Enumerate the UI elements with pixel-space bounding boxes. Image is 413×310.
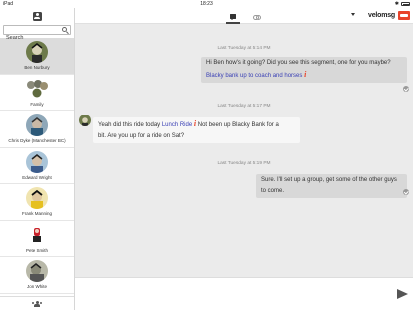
message-timestamp: Last Tuesday at 5:19 PM [217, 161, 271, 166]
message-link-row: Blacky bank up to coach and horses i [206, 69, 402, 82]
sender-avatar [79, 114, 91, 126]
contact-name: Edward Wright [22, 174, 52, 180]
info-icon[interactable]: i [304, 70, 306, 79]
conversation-header: velomsg [75, 8, 413, 24]
message-text: Yeah did this ride today [98, 122, 161, 128]
contacts-icon[interactable] [32, 11, 42, 21]
contact-item-frank-manning[interactable]: Frank Manning [0, 184, 74, 221]
message-input[interactable] [79, 282, 385, 307]
contact-item-jon-white[interactable]: Jon White [0, 257, 74, 294]
message-text: Sure. I'll set up a group, get some of t… [261, 177, 397, 194]
search-box [3, 25, 71, 42]
read-check-icon [403, 86, 409, 92]
send-icon [396, 288, 408, 299]
message-bubble-outgoing: Sure. I'll set up a group, get some of t… [256, 174, 407, 198]
status-bar: iPad 18:23 ✱ [0, 0, 413, 8]
sidebar-header [0, 8, 74, 24]
tab-rides[interactable] [250, 10, 264, 24]
avatar [26, 260, 48, 283]
contact-item-pete-smith[interactable]: Pete Smith [0, 221, 74, 257]
segment-link[interactable]: Blacky bank up to coach and horses [206, 73, 302, 79]
new-group-icon[interactable] [32, 300, 42, 307]
sidebar-footer [0, 296, 74, 310]
brand-name: velomsg [368, 11, 395, 19]
ride-link[interactable]: Lunch Ride [162, 122, 192, 128]
message-bubble-incoming: Yeah did this ride today Lunch Ride i No… [93, 117, 300, 143]
message-text: Not been up Blacky Bank for a [197, 122, 279, 128]
bike-icon [253, 14, 261, 20]
avatar [26, 150, 48, 173]
message-bubble-outgoing: Hi Ben how's it going? Did you see this … [201, 57, 407, 83]
status-right: ✱ [395, 1, 410, 7]
battery-icon [401, 2, 410, 6]
contact-item-edward-wright[interactable]: Edward Wright [0, 148, 74, 184]
avatar [26, 114, 48, 137]
message-text: Hi Ben how's it going? Did you see this … [206, 60, 391, 66]
message-timestamp: Last Tuesday at 5:14 PM [217, 46, 271, 51]
bluetooth-icon: ✱ [394, 1, 399, 7]
avatar [26, 187, 48, 210]
message-text: bit. Are you up for a ride on Sat? [98, 133, 185, 139]
info-icon[interactable]: i [194, 119, 196, 128]
chat-thread: Last Tuesday at 5:14 PM Hi Ben how's it … [75, 24, 413, 277]
contact-item-ben-nurbury[interactable]: Ben Nurbury [0, 38, 74, 75]
contact-name: Jon White [26, 284, 47, 290]
contact-name: Ben Nurbury [24, 65, 50, 71]
search-icon[interactable] [62, 27, 67, 33]
group-avatar [24, 77, 50, 100]
contacts-sidebar: Ben Nurbury Family Chris Dyke (Mancheste… [0, 8, 75, 310]
message-timestamp: Last Tuesday at 5:17 PM [217, 104, 271, 109]
app-root: iPad 18:23 ✱ Ben Nurbury Family [0, 0, 413, 310]
velomsg-logo-icon [398, 11, 410, 20]
contact-item-family[interactable]: Family [0, 75, 74, 111]
contact-item-chris-dyke[interactable]: Chris Dyke (Manchester BC) [0, 111, 74, 148]
avatar [26, 223, 48, 246]
chat-icon [230, 13, 236, 20]
contact-name: Family [30, 101, 44, 107]
chevron-down-icon[interactable] [351, 13, 355, 16]
avatar [26, 41, 48, 64]
contact-name: Chris Dyke (Manchester BC) [8, 138, 66, 144]
send-button[interactable] [395, 287, 409, 300]
conversation-tabs [75, 8, 413, 24]
tab-chat[interactable] [226, 10, 240, 24]
contact-name: Pete Smith [25, 247, 48, 253]
message-composer [75, 277, 413, 310]
read-check-icon [403, 189, 409, 195]
message-first-line: Yeah did this ride today Lunch Ride i No… [98, 118, 295, 131]
status-time: 18:23 [200, 1, 213, 7]
contact-name: Frank Manning [21, 211, 52, 217]
